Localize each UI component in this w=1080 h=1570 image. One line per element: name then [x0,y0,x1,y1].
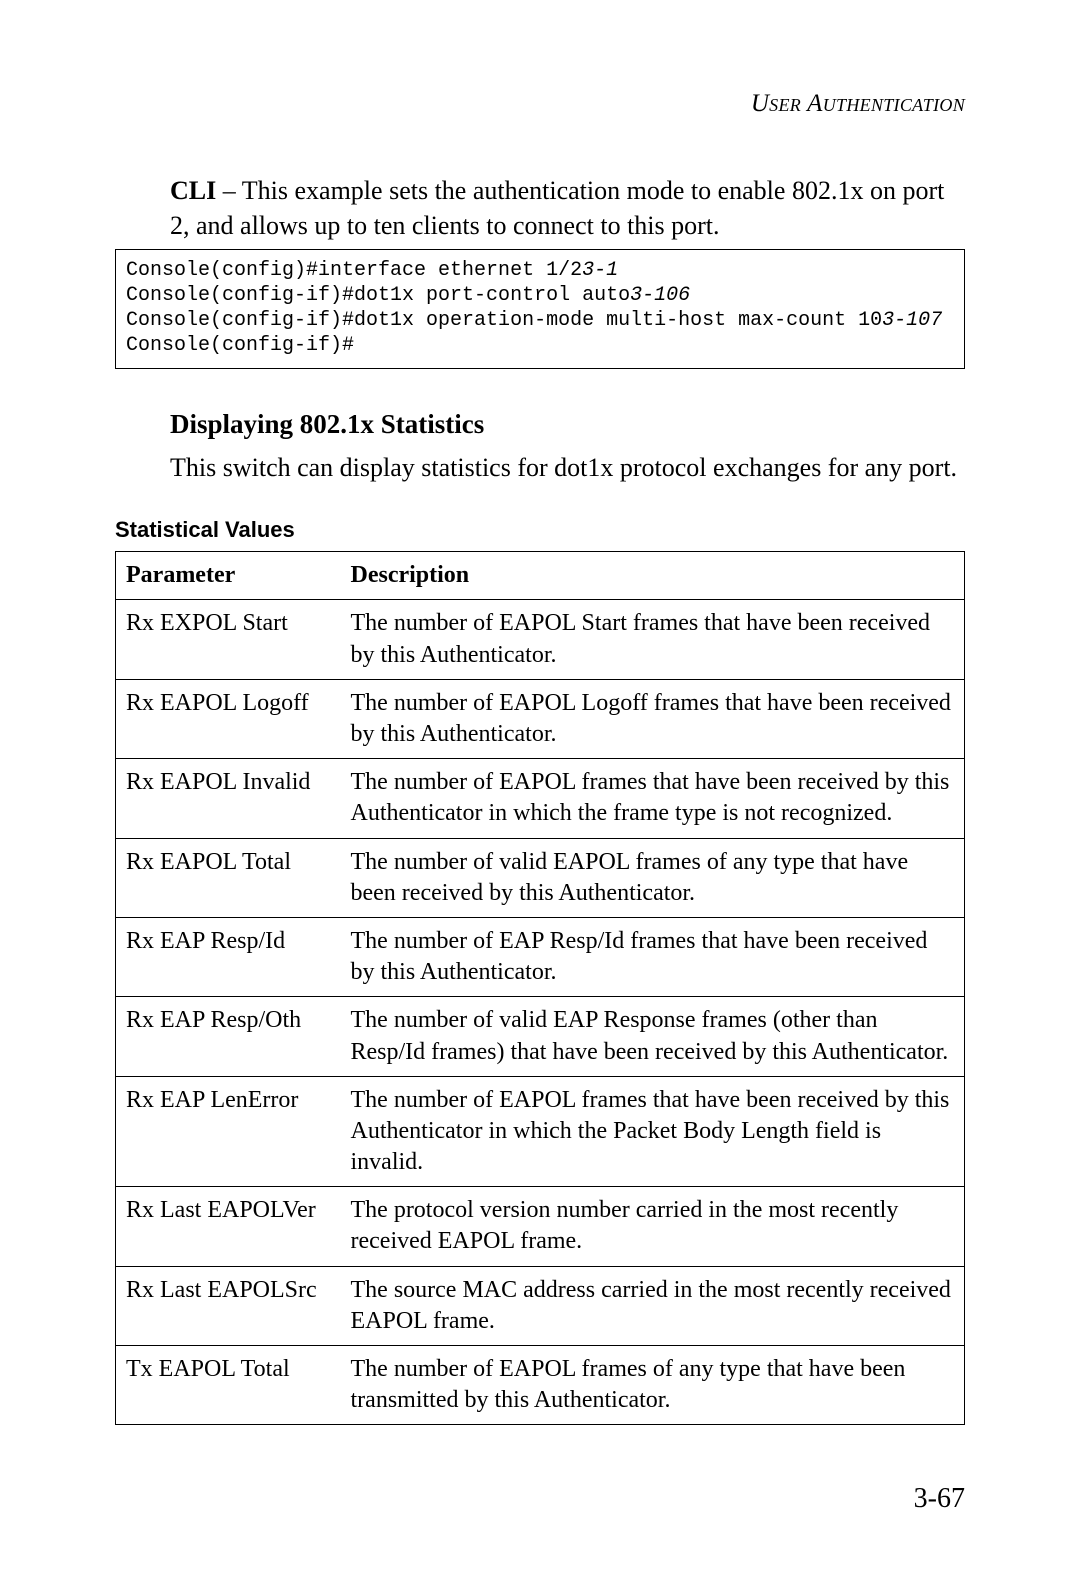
param-cell: Rx EAPOL Logoff [116,679,341,758]
param-cell: Rx Last EAPOLSrc [116,1266,341,1345]
param-cell: Rx EAP Resp/Oth [116,997,341,1076]
section-desc: This switch can display statistics for d… [170,450,965,485]
code-line-3: Console(config-if)#dot1x operation-mode … [126,309,882,332]
param-cell: Rx EAP LenError [116,1076,341,1187]
page-number: 3-67 [914,1483,965,1515]
page: User Authentication CLI – This example s… [0,0,1080,1570]
cli-code-block: Console(config)#interface ethernet 1/23-… [115,249,965,369]
code-line-1: Console(config)#interface ethernet 1/2 [126,259,582,282]
intro-text: – This example sets the authentication m… [170,176,944,240]
param-cell: Rx EAPOL Invalid [116,759,341,838]
table-row: Rx Last EAPOLVer The protocol version nu… [116,1187,965,1266]
table-row: Rx EAPOL Logoff The number of EAPOL Logo… [116,679,965,758]
desc-cell: The number of EAPOL Logoff frames that h… [341,679,965,758]
desc-cell: The number of EAP Resp/Id frames that ha… [341,917,965,996]
desc-cell: The number of EAPOL frames of any type t… [341,1346,965,1425]
table-row: Rx EAP Resp/Id The number of EAP Resp/Id… [116,917,965,996]
param-cell: Rx EXPOL Start [116,600,341,679]
table-row: Rx EAP LenError The number of EAPOL fram… [116,1076,965,1187]
desc-cell: The number of valid EAP Response frames … [341,997,965,1076]
table-caption: Statistical Values [115,517,965,543]
table-row: Tx EAPOL Total The number of EAPOL frame… [116,1346,965,1425]
intro-paragraph: CLI – This example sets the authenticati… [170,173,965,243]
desc-cell: The number of EAPOL Start frames that ha… [341,600,965,679]
param-cell: Rx EAP Resp/Id [116,917,341,996]
code-line-4: Console(config-if)# [126,334,354,357]
desc-cell: The protocol version number carried in t… [341,1187,965,1266]
table-row: Rx EXPOL Start The number of EAPOL Start… [116,600,965,679]
code-line-2: Console(config-if)#dot1x port-control au… [126,284,630,307]
running-header: User Authentication [115,90,965,118]
desc-cell: The source MAC address carried in the mo… [341,1266,965,1345]
desc-cell: The number of EAPOL frames that have bee… [341,1076,965,1187]
code-ref-3: 3-107 [882,309,942,332]
table-row: Rx EAP Resp/Oth The number of valid EAP … [116,997,965,1076]
intro-lead: CLI [170,176,216,205]
desc-cell: The number of valid EAPOL frames of any … [341,838,965,917]
code-ref-2: 3-106 [630,284,690,307]
table-header-row: Parameter Description [116,552,965,600]
table-row: Rx EAPOL Total The number of valid EAPOL… [116,838,965,917]
intro-block: CLI – This example sets the authenticati… [170,173,965,243]
section-title: Displaying 802.1x Statistics [170,409,965,440]
table-row: Rx Last EAPOLSrc The source MAC address … [116,1266,965,1345]
param-cell: Rx Last EAPOLVer [116,1187,341,1266]
param-cell: Rx EAPOL Total [116,838,341,917]
table-row: Rx EAPOL Invalid The number of EAPOL fra… [116,759,965,838]
statistics-table: Parameter Description Rx EXPOL Start The… [115,551,965,1425]
th-parameter: Parameter [116,552,341,600]
section-block: Displaying 802.1x Statistics This switch… [170,409,965,485]
th-description: Description [341,552,965,600]
code-ref-1: 3-1 [582,259,618,282]
param-cell: Tx EAPOL Total [116,1346,341,1425]
desc-cell: The number of EAPOL frames that have bee… [341,759,965,838]
